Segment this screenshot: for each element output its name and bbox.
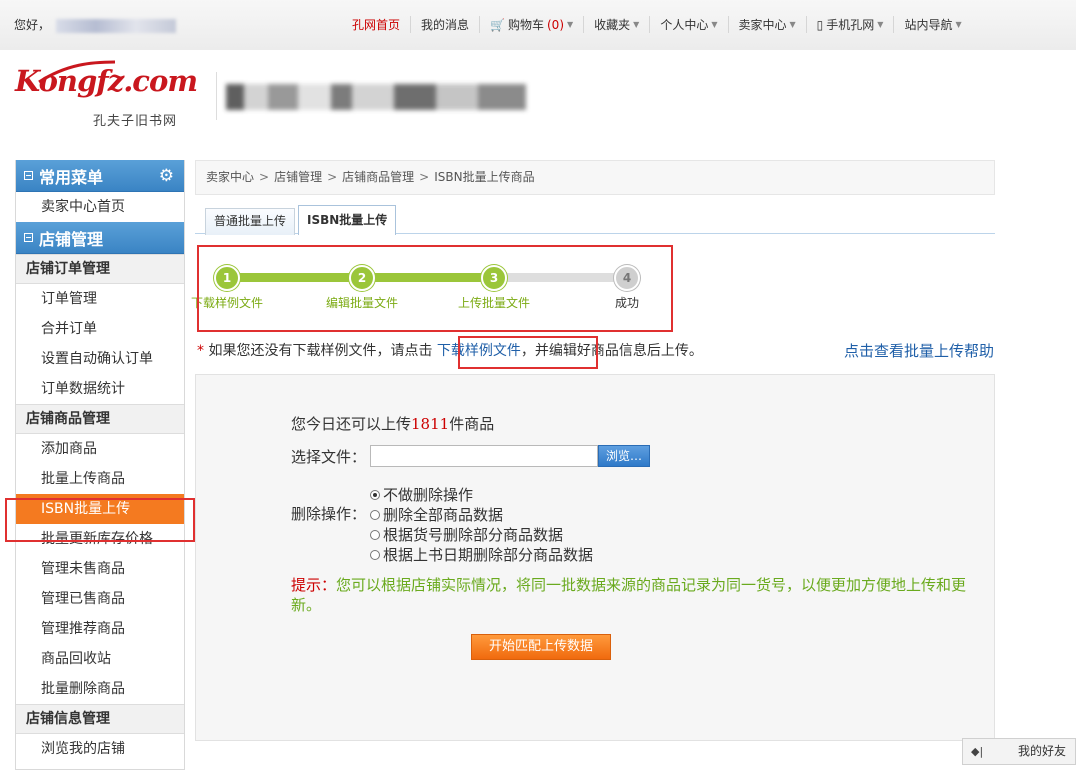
- chevron-down-icon: ▼: [877, 20, 884, 29]
- breadcrumb: 卖家中心 > 店铺管理 > 店铺商品管理 > ISBN批量上传商品: [195, 160, 995, 195]
- quota-number: 1811: [411, 415, 450, 433]
- chevron-down-icon: ▼: [711, 20, 718, 29]
- gear-icon[interactable]: ⚙: [159, 166, 174, 186]
- top-nav: 孔网首页 我的消息 🛒 购物车 (0) ▼ 收藏夹 ▼ 个人中心 ▼ 卖家中心 ▼ ▯ 手机孔网 ▼ 站内导航…: [350, 16, 972, 33]
- delete-option[interactable]: 根据上书日期删除部分商品数据: [370, 545, 670, 565]
- step-dot: 1: [214, 265, 240, 291]
- topnav-item[interactable]: ▯ 手机孔网 ▼: [805, 16, 894, 33]
- sidebar-item[interactable]: 订单管理: [16, 284, 184, 314]
- radio-button[interactable]: [370, 530, 380, 540]
- username-blurred: [56, 18, 177, 33]
- sidebar-item[interactable]: 浏览我的店铺: [16, 734, 184, 764]
- upload-panel: 您今日还可以上传1811件商品 选择文件： 浏览… 删除操作： 不做删除操作 删除…: [195, 374, 995, 741]
- breadcrumb-item[interactable]: 店铺商品管理: [342, 170, 414, 184]
- file-input[interactable]: [370, 445, 599, 467]
- tab-normal-upload[interactable]: 普通批量上传: [205, 208, 296, 235]
- progress-steps: 1 下载样例文件 2 编辑批量文件 3 上传批量文件 4 成功: [191, 246, 671, 331]
- start-upload-button[interactable]: 开始匹配上传数据: [471, 634, 611, 660]
- sidebar-item[interactable]: 添加商品: [16, 434, 184, 464]
- logo-subtitle: 孔夫子旧书网: [93, 114, 178, 129]
- topnav-item[interactable]: 孔网首页: [350, 16, 410, 33]
- file-label: 选择文件：: [291, 447, 367, 466]
- collapse-icon[interactable]: ◆|: [971, 739, 983, 764]
- top-bar: 您好， 孔网首页 我的消息 🛒 购物车 (0) ▼ 收藏夹 ▼ 个人中心 ▼ 卖家中心 ▼ ▯ 手机孔网 ▼…: [0, 0, 1076, 50]
- tab-bar: 普通批量上传 ISBN批量上传: [195, 205, 995, 235]
- delete-option[interactable]: 删除全部商品数据: [370, 505, 670, 525]
- topnav-item[interactable]: 站内导航 ▼: [893, 16, 971, 33]
- sidebar-item[interactable]: 批量更新库存价格: [16, 524, 184, 554]
- sidebar-item-active[interactable]: ISBN批量上传: [16, 494, 184, 524]
- friends-label: 我的好友: [1018, 744, 1067, 758]
- sidebar-group-title[interactable]: 店铺商品管理: [16, 404, 184, 434]
- sidebar-item[interactable]: 批量上传商品: [16, 464, 184, 494]
- breadcrumb-item[interactable]: 店铺管理: [274, 170, 322, 184]
- step-dot: 3: [481, 265, 507, 291]
- step-dot: 4: [614, 265, 640, 291]
- breadcrumb-item[interactable]: 卖家中心: [206, 170, 254, 184]
- common-menu-header[interactable]: 常用菜单 ⚙: [16, 160, 184, 192]
- chevron-down-icon: ▼: [955, 20, 962, 29]
- sidebar: 常用菜单 ⚙ 卖家中心首页 店铺管理 店铺订单管理 订单管理 合并订单 设置自动确认订…: [15, 160, 185, 770]
- cart-icon: 🛒: [490, 17, 505, 32]
- radio-button[interactable]: [370, 510, 380, 520]
- sidebar-item[interactable]: 管理已售商品: [16, 584, 184, 614]
- chevron-down-icon: ▼: [633, 20, 640, 29]
- logo-text: Kongfz.com: [15, 64, 198, 98]
- download-sample-link[interactable]: 下载样例文件: [437, 343, 521, 359]
- radio-button[interactable]: [370, 490, 380, 500]
- topnav-item[interactable]: 我的消息: [410, 16, 479, 33]
- chevron-down-icon: ▼: [567, 20, 574, 29]
- quota-text: 您今日还可以上传1811件商品: [291, 415, 495, 433]
- delete-option[interactable]: 根据货号删除部分商品数据: [370, 525, 670, 545]
- download-hint: * 如果您还没有下载样例文件，请点击 下载样例文件，并编辑好商品信息后上传。: [197, 343, 703, 359]
- shop-name-blurred: [226, 84, 526, 110]
- sidebar-group-title[interactable]: 店铺订单管理: [16, 254, 184, 284]
- step-label: 上传批量文件: [458, 296, 531, 310]
- delete-label: 删除操作：: [291, 505, 367, 523]
- sidebar-item[interactable]: 合并订单: [16, 314, 184, 344]
- phone-icon: ▯: [816, 17, 824, 32]
- tab-isbn-upload[interactable]: ISBN批量上传: [298, 205, 397, 235]
- breadcrumb-separator: >: [419, 170, 430, 184]
- header-divider: [216, 72, 217, 120]
- chevron-down-icon: ▼: [789, 20, 796, 29]
- file-row: 选择文件： 浏览…: [291, 445, 651, 467]
- sidebar-item[interactable]: 订单数据统计: [16, 374, 184, 404]
- breadcrumb-item: ISBN批量上传商品: [434, 170, 535, 184]
- sidebar-item[interactable]: 管理未售商品: [16, 554, 184, 584]
- upload-help-link[interactable]: 点击查看批量上传帮助: [844, 340, 994, 361]
- step-label: 下载样例文件: [191, 296, 264, 310]
- sidebar-item[interactable]: 管理推荐商品: [16, 614, 184, 644]
- friends-bar[interactable]: ◆| 我的好友: [962, 738, 1076, 765]
- sidebar-item[interactable]: 商品回收站: [16, 644, 184, 674]
- step-label: 成功: [615, 296, 640, 310]
- topnav-item[interactable]: 收藏夹 ▼: [583, 16, 649, 33]
- sidebar-item[interactable]: 卖家中心首页: [16, 192, 184, 222]
- breadcrumb-separator: >: [327, 170, 338, 184]
- browse-button[interactable]: 浏览…: [598, 445, 651, 467]
- step-label: 编辑批量文件: [326, 296, 399, 310]
- shop-management-header[interactable]: 店铺管理: [16, 222, 184, 254]
- site-logo[interactable]: Kongfz.com 孔夫子旧书网: [15, 60, 198, 129]
- sidebar-group-title[interactable]: 店铺信息管理: [16, 704, 184, 734]
- radio-button[interactable]: [370, 550, 380, 560]
- breadcrumb-separator: >: [259, 170, 270, 184]
- topnav-item[interactable]: 个人中心 ▼: [649, 16, 727, 33]
- tip-text: 提示：您可以根据店铺实际情况，将同一批数据来源的商品记录为同一货号，以便更加方便…: [291, 576, 967, 614]
- sidebar-item[interactable]: 设置自动确认订单: [16, 344, 184, 374]
- collapse-icon: [24, 233, 33, 242]
- collapse-icon: [24, 171, 33, 180]
- greeting: 您好，: [14, 16, 177, 33]
- step-dot: 2: [349, 265, 375, 291]
- topnav-item[interactable]: 卖家中心 ▼: [727, 16, 806, 33]
- sidebar-item[interactable]: 批量删除商品: [16, 674, 184, 704]
- delete-option[interactable]: 不做删除操作: [370, 485, 670, 505]
- topnav-item[interactable]: 🛒 购物车 (0) ▼: [479, 16, 583, 33]
